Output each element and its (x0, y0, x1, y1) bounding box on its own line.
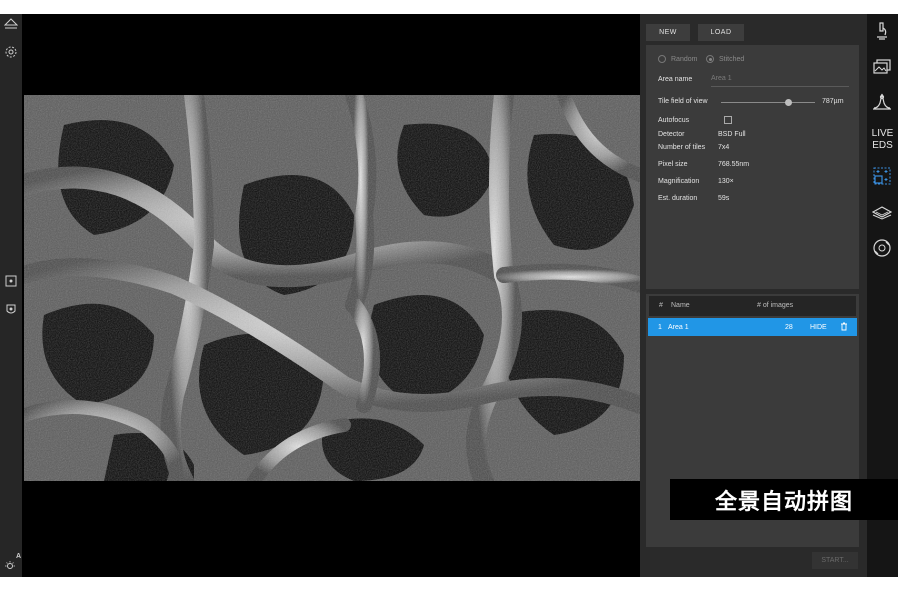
live-eds-button[interactable]: LIVE EDS (867, 128, 898, 152)
tile-fov-label: Tile field of view (658, 98, 708, 105)
area-name-label: Area name (658, 76, 693, 83)
microscope-icon[interactable] (871, 20, 893, 42)
radio-random-label: Random (671, 55, 698, 63)
area-name-field[interactable]: Area 1 (711, 75, 849, 87)
magnification-value: 130× (718, 178, 734, 185)
autofocus-checkbox[interactable] (724, 116, 732, 124)
magnification-label: Magnification (658, 178, 700, 185)
spectrum-icon[interactable] (871, 90, 893, 112)
duration-label: Est. duration (658, 195, 698, 202)
layers-icon[interactable] (871, 202, 893, 224)
settings-gear-icon[interactable] (3, 44, 19, 60)
auto-letter: A (15, 553, 21, 560)
camera-1-icon[interactable] (3, 273, 19, 289)
row-name: Area 1 (668, 324, 689, 331)
new-button[interactable]: NEW (646, 24, 690, 41)
sem-image[interactable] (24, 95, 640, 481)
left-rail: A (0, 14, 22, 577)
load-button[interactable]: LOAD (698, 24, 744, 41)
caption-banner: 全景自动拼图 (670, 479, 898, 520)
image-viewport[interactable] (22, 14, 640, 577)
rotate-stage-icon[interactable] (871, 237, 893, 259)
table-row[interactable]: 1 Area 1 28 HIDE (648, 318, 857, 336)
trash-icon[interactable] (840, 322, 848, 333)
radio-stitched-dot (706, 55, 714, 63)
area-settings: Random Stitched Area name Area 1 Tile fi… (646, 45, 859, 289)
tiles-label: Number of tiles (658, 144, 706, 151)
pixel-size-value: 768.55nm (718, 161, 750, 168)
radio-stitched[interactable]: Stitched (706, 55, 744, 63)
radio-random-dot (658, 55, 666, 63)
tile-fov-value: 787µm (822, 98, 844, 105)
radio-random[interactable]: Random (658, 55, 697, 63)
live-label: LIVE (871, 128, 894, 139)
image-gallery-icon[interactable] (871, 56, 893, 78)
camera-2-icon[interactable] (3, 301, 19, 317)
pixel-size-label: Pixel size (658, 161, 688, 168)
row-num: 1 (658, 324, 662, 331)
col-name-header: Name (671, 302, 690, 309)
tile-fov-slider-thumb[interactable] (785, 99, 793, 106)
hide-button[interactable]: HIDE (810, 324, 827, 331)
tile-fov-slider[interactable] (721, 102, 815, 103)
areas-table-header: # Name # of images (649, 296, 856, 316)
eds-label: EDS (872, 140, 893, 151)
start-button[interactable]: START... (812, 552, 858, 569)
row-images: 28 (785, 324, 793, 331)
detector-value: BSD Full (718, 131, 746, 138)
col-images-header: # of images (757, 302, 794, 309)
eject-icon[interactable] (3, 16, 19, 32)
auto-brightness-icon[interactable]: A (3, 553, 21, 572)
detector-label: Detector (658, 131, 685, 138)
autofocus-label: Autofocus (658, 117, 690, 124)
stitching-grid-icon[interactable] (871, 165, 893, 187)
radio-stitched-label: Stitched (719, 55, 745, 63)
tiles-value: 7x4 (718, 144, 730, 151)
col-num-header: # (659, 302, 663, 309)
duration-value: 59s (718, 195, 730, 202)
